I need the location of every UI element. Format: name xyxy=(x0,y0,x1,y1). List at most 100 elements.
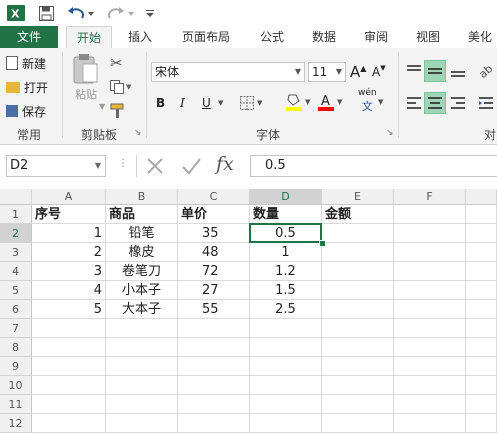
cell-e3[interactable] xyxy=(322,243,394,262)
cell-c5[interactable]: 27 xyxy=(178,281,250,300)
save-icon[interactable] xyxy=(36,3,56,23)
tab-page-layout[interactable]: 页面布局 xyxy=(170,26,242,48)
font-launcher-icon[interactable]: ↘ xyxy=(386,128,394,138)
cell-filler[interactable] xyxy=(466,224,497,243)
cell-d11[interactable] xyxy=(250,395,322,414)
cell-a1[interactable]: 序号 xyxy=(32,205,106,224)
cell-filler[interactable] xyxy=(466,376,497,395)
cell-b12[interactable] xyxy=(106,414,178,433)
tab-insert[interactable]: 插入 xyxy=(118,26,162,48)
cell-a3[interactable]: 2 xyxy=(32,243,106,262)
cell-filler[interactable] xyxy=(466,395,497,414)
row-header-8[interactable]: 8 xyxy=(0,338,32,357)
clipboard-launcher-icon[interactable]: ↘ xyxy=(134,128,142,138)
tab-home[interactable]: 开始 xyxy=(66,26,112,50)
shrink-font-button[interactable]: A ▼ xyxy=(372,63,386,81)
row-header-6[interactable]: 6 xyxy=(0,300,32,319)
row-header-1[interactable]: 1 xyxy=(0,205,32,224)
cell-b6[interactable]: 大本子 xyxy=(106,300,178,319)
cell-d1[interactable]: 数量 xyxy=(250,205,322,224)
tab-beautify[interactable]: 美化 xyxy=(458,26,497,48)
align-middle-button[interactable] xyxy=(424,60,446,82)
underline-button[interactable]: U xyxy=(202,94,211,112)
font-name-box[interactable]: 宋体 ▼ xyxy=(151,62,305,82)
cell-c9[interactable] xyxy=(178,357,250,376)
cell-e7[interactable] xyxy=(322,319,394,338)
undo-icon[interactable] xyxy=(66,3,96,23)
redo-icon[interactable] xyxy=(106,3,136,23)
open-button[interactable]: 打开 xyxy=(6,78,48,96)
cell-f10[interactable] xyxy=(394,376,466,395)
cell-c3[interactable]: 48 xyxy=(178,243,250,262)
cell-d9[interactable] xyxy=(250,357,322,376)
cell-e2[interactable] xyxy=(322,224,394,243)
cell-f4[interactable] xyxy=(394,262,466,281)
cell-d6[interactable]: 2.5 xyxy=(250,300,322,319)
cell-filler[interactable] xyxy=(466,243,497,262)
cell-b10[interactable] xyxy=(106,376,178,395)
chevron-down-icon[interactable] xyxy=(142,3,158,23)
phonetic-button[interactable]: wén 文 xyxy=(358,88,377,116)
cell-b11[interactable] xyxy=(106,395,178,414)
cell-e8[interactable] xyxy=(322,338,394,357)
paste-button[interactable]: 粘贴 xyxy=(70,54,102,112)
cell-d10[interactable] xyxy=(250,376,322,395)
cell-d2[interactable]: 0.5 xyxy=(250,224,322,243)
cell-b2[interactable]: 铅笔 xyxy=(106,224,178,243)
cell-f9[interactable] xyxy=(394,357,466,376)
cell-a6[interactable]: 5 xyxy=(32,300,106,319)
align-left-button[interactable] xyxy=(404,92,424,114)
cell-c1[interactable]: 单价 xyxy=(178,205,250,224)
tab-view[interactable]: 视图 xyxy=(406,26,450,48)
cell-f5[interactable] xyxy=(394,281,466,300)
font-size-box[interactable]: 11 ▼ xyxy=(308,62,346,82)
row-header-12[interactable]: 12 xyxy=(0,414,32,433)
indent-button[interactable] xyxy=(476,92,496,114)
row-header-3[interactable]: 3 xyxy=(0,243,32,262)
enter-icon[interactable] xyxy=(180,155,204,177)
tab-file[interactable]: 文件 xyxy=(0,26,58,48)
cell-filler[interactable] xyxy=(466,414,497,433)
cell-d5[interactable]: 1.5 xyxy=(250,281,322,300)
cell-c7[interactable] xyxy=(178,319,250,338)
cell-e1[interactable]: 金额 xyxy=(322,205,394,224)
paste-dropdown[interactable]: ▼ xyxy=(99,102,105,111)
grow-font-button[interactable]: A ▲ xyxy=(350,63,366,81)
cell-filler[interactable] xyxy=(466,300,497,319)
cell-b9[interactable] xyxy=(106,357,178,376)
cell-b5[interactable]: 小本子 xyxy=(106,281,178,300)
row-header-10[interactable]: 10 xyxy=(0,376,32,395)
cell-filler[interactable] xyxy=(466,357,497,376)
cell-a10[interactable] xyxy=(32,376,106,395)
column-header-d[interactable]: D xyxy=(250,189,322,205)
column-header-f[interactable]: F xyxy=(394,189,466,205)
cell-e12[interactable] xyxy=(322,414,394,433)
tab-data[interactable]: 数据 xyxy=(302,26,346,48)
select-all-corner[interactable] xyxy=(0,189,32,205)
copy-button[interactable]: ▼ xyxy=(110,78,131,96)
cell-a12[interactable] xyxy=(32,414,106,433)
cell-a8[interactable] xyxy=(32,338,106,357)
cell-e11[interactable] xyxy=(322,395,394,414)
row-header-7[interactable]: 7 xyxy=(0,319,32,338)
cell-a11[interactable] xyxy=(32,395,106,414)
row-header-2[interactable]: 2 xyxy=(0,224,32,243)
row-header-5[interactable]: 5 xyxy=(0,281,32,300)
align-right-button[interactable] xyxy=(448,92,468,114)
cell-filler[interactable] xyxy=(466,281,497,300)
cell-e4[interactable] xyxy=(322,262,394,281)
underline-dropdown[interactable]: ▼ xyxy=(218,94,223,112)
cell-c11[interactable] xyxy=(178,395,250,414)
column-header-b[interactable]: B xyxy=(106,189,178,205)
cell-a9[interactable] xyxy=(32,357,106,376)
cell-b3[interactable]: 橡皮 xyxy=(106,243,178,262)
cell-b8[interactable] xyxy=(106,338,178,357)
italic-button[interactable]: I xyxy=(180,94,185,112)
column-header-e[interactable]: E xyxy=(322,189,394,205)
align-top-button[interactable] xyxy=(404,60,424,82)
cell-a7[interactable] xyxy=(32,319,106,338)
cell-f1[interactable] xyxy=(394,205,466,224)
cell-a4[interactable]: 3 xyxy=(32,262,106,281)
cell-e5[interactable] xyxy=(322,281,394,300)
cell-c4[interactable]: 72 xyxy=(178,262,250,281)
